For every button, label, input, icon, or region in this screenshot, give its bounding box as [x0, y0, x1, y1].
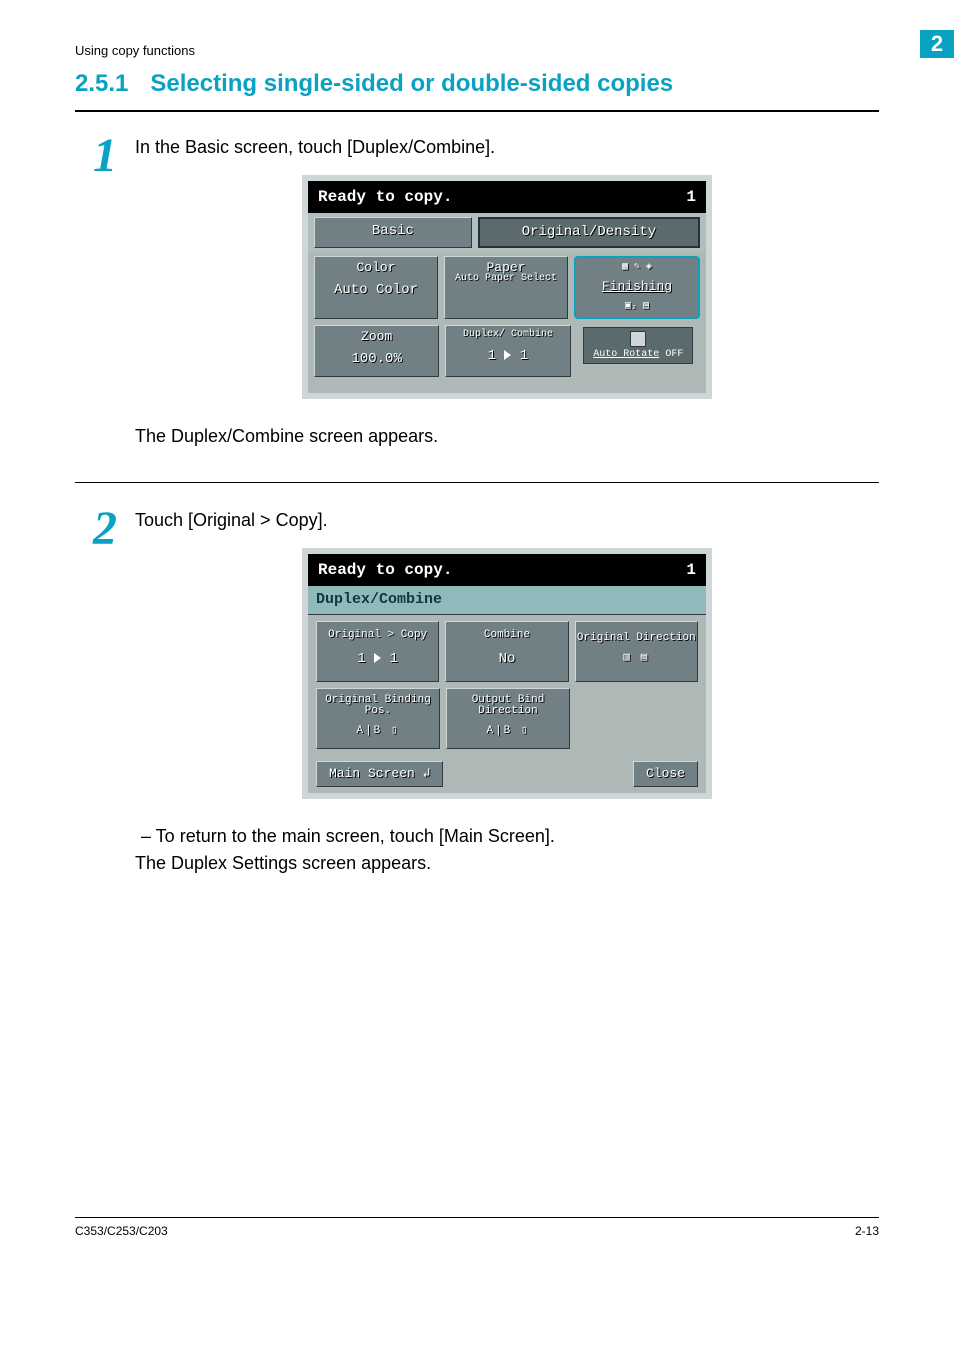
page-footer: C353/C253/C203 2-13 — [75, 1217, 879, 1238]
status-text: Ready to copy. — [318, 558, 452, 582]
duplex-combine-button[interactable]: Duplex/ Combine 1 1 — [445, 325, 570, 377]
finishing-button[interactable]: ▦ ✎ ◈ Finishing ▣₂ ▤ — [574, 256, 700, 319]
auto-rotate-button[interactable]: Auto Rotate OFF — [583, 327, 693, 364]
combine-button[interactable]: Combine No — [445, 621, 568, 682]
paper-value: Auto Paper Select — [445, 274, 567, 284]
duplex-label: Duplex/ Combine — [446, 330, 569, 340]
panel-statusbar: Ready to copy. 1 — [308, 181, 706, 213]
zoom-button[interactable]: Zoom 100.0% — [314, 325, 439, 377]
finishing-bottom-icons: ▣₂ ▤ — [576, 299, 698, 314]
divider — [75, 482, 879, 483]
divider — [75, 110, 879, 112]
combine-value: No — [499, 649, 516, 670]
origbind-label: Original Binding Pos. — [317, 695, 439, 717]
origbind-icons: A|B ▯ — [356, 723, 399, 740]
step-number-2: 2 — [75, 507, 135, 550]
original-direction-button[interactable]: Original Direction ▥ ▤ — [575, 621, 698, 682]
zoom-label: Zoom — [315, 330, 438, 343]
finishing-label: Finishing — [576, 277, 698, 297]
duplex-value: 1 1 — [446, 346, 569, 367]
step1-instruction: In the Basic screen, touch [Duplex/Combi… — [135, 134, 879, 161]
main-screen-button[interactable]: Main Screen ↲ — [316, 761, 443, 787]
original-copy-button[interactable]: Original > Copy 1 1 — [316, 621, 439, 682]
copies-count: 1 — [686, 185, 696, 209]
chapter-tab: 2 — [920, 30, 954, 58]
color-label: Color — [315, 261, 437, 274]
originalcopy-value: 1 1 — [357, 649, 398, 670]
screen-title: Duplex/Combine — [308, 586, 706, 616]
color-button[interactable]: Color Auto Color — [314, 256, 438, 319]
tab-basic[interactable]: Basic — [314, 217, 472, 248]
originalcopy-label: Original > Copy — [328, 630, 427, 641]
finishing-top-icons: ▦ ✎ ◈ — [576, 260, 698, 275]
origdir-label: Original Direction — [577, 633, 696, 644]
outbind-icons: A|B ▯ — [486, 723, 529, 740]
status-text: Ready to copy. — [318, 185, 452, 209]
output-bind-direction-button[interactable]: Output Bind Direction A|B ▯ — [446, 688, 570, 749]
running-head: Using copy functions 2 — [75, 30, 879, 58]
copier-screen-basic: Ready to copy. 1 Basic Original/Density … — [302, 175, 712, 399]
paper-button[interactable]: Paper Auto Paper Select — [444, 256, 568, 319]
close-button[interactable]: Close — [633, 761, 698, 787]
origdir-icons: ▥ ▤ — [623, 650, 649, 667]
original-binding-pos-button[interactable]: Original Binding Pos. A|B ▯ — [316, 688, 440, 749]
color-value: Auto Color — [315, 280, 437, 301]
zoom-value: 100.0% — [315, 349, 438, 370]
outbind-label: Output Bind Direction — [447, 695, 569, 717]
step1-after-text: The Duplex/Combine screen appears. — [135, 423, 879, 450]
arrow-right-icon — [374, 653, 381, 663]
panel-statusbar: Ready to copy. 1 — [308, 554, 706, 586]
arrow-right-icon — [504, 350, 511, 360]
running-head-text: Using copy functions — [75, 43, 195, 58]
copier-screen-duplex-combine: Ready to copy. 1 Duplex/Combine Original… — [302, 548, 712, 799]
combine-label: Combine — [484, 630, 530, 641]
section-title: Selecting single-sided or double-sided c… — [150, 70, 673, 97]
auto-rotate-icon — [630, 331, 646, 347]
copies-count: 1 — [686, 558, 696, 582]
step2-bullet: – To return to the main screen, touch [M… — [141, 823, 879, 850]
step2-after-text: The Duplex Settings screen appears. — [135, 850, 879, 877]
footer-model: C353/C253/C203 — [75, 1224, 168, 1238]
section-number: 2.5.1 — [75, 70, 128, 97]
step2-instruction: Touch [Original > Copy]. — [135, 507, 879, 534]
tab-original-density[interactable]: Original/Density — [478, 217, 700, 248]
step-number-1: 1 — [75, 134, 135, 177]
section-heading: 2.5.1 Selecting single-sided or double-si… — [75, 70, 879, 98]
footer-page: 2-13 — [855, 1224, 879, 1238]
